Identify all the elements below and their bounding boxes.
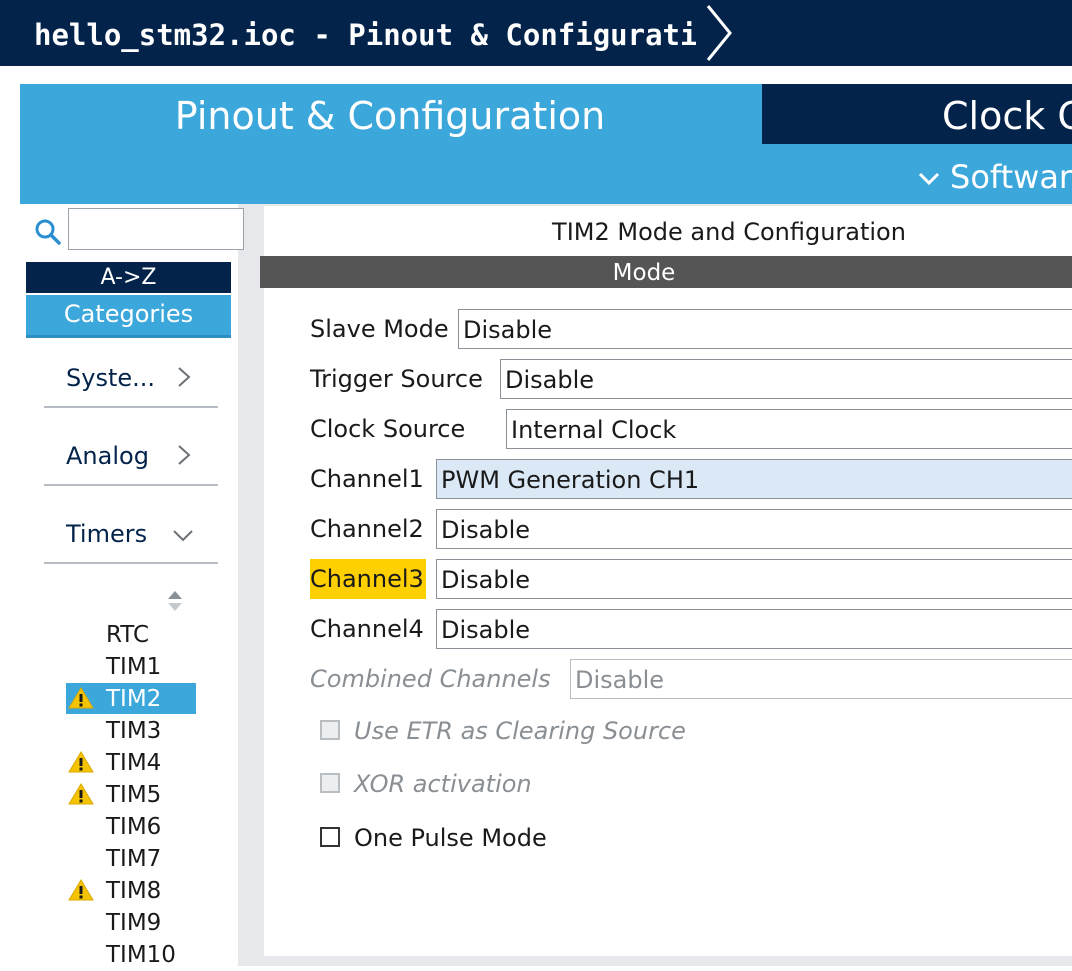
warning-icon: [68, 687, 94, 709]
category-analog[interactable]: Analog: [44, 436, 218, 486]
clock-source-select[interactable]: Internal Clock: [506, 409, 1072, 449]
category-label: Syste...: [66, 364, 156, 392]
timer-label: TIM5: [106, 782, 162, 808]
title-bar-fill: [742, 0, 1072, 66]
chevron-right-icon: [178, 367, 191, 387]
panel-title: TIM2 Mode and Configuration: [552, 218, 906, 246]
warning-icon: [68, 751, 94, 773]
title-bar: hello_stm32.ioc - Pinout & Configuration: [0, 0, 1072, 66]
timer-item-tim8[interactable]: TIM8: [66, 875, 196, 906]
channel4-label: Channel4: [310, 615, 424, 643]
search-input[interactable]: [68, 208, 244, 250]
tab-pinout-configuration[interactable]: Pinout & Configuration: [20, 84, 760, 144]
channel1-label: Channel1: [310, 465, 424, 493]
sidebar-splitter[interactable]: [238, 204, 260, 966]
timer-item-tim5[interactable]: TIM5: [66, 779, 196, 810]
clock-source-label: Clock Source: [310, 415, 466, 443]
tab-clock-configuration[interactable]: Clock C: [762, 84, 1072, 144]
warning-icon: [68, 783, 94, 805]
timer-item-tim7[interactable]: TIM7: [66, 843, 196, 874]
window-title: hello_stm32.ioc - Pinout & Configuration: [0, 0, 732, 66]
timer-item-tim4[interactable]: TIM4: [66, 747, 196, 778]
combined-channels-label: Combined Channels: [310, 665, 551, 693]
sort-arrows-icon[interactable]: [166, 590, 184, 612]
mode-section-header[interactable]: Mode: [260, 256, 1072, 288]
chevron-down-icon: [918, 172, 940, 186]
timer-label: TIM7: [106, 846, 162, 872]
slave-mode-select[interactable]: Disable: [458, 309, 1072, 349]
timer-label: TIM9: [106, 910, 162, 936]
xor-activation-checkbox: XOR activation: [320, 768, 532, 800]
timer-item-tim6[interactable]: TIM6: [66, 811, 196, 842]
channel3-label: Channel3: [310, 559, 426, 599]
timer-item-tim1[interactable]: TIM1: [66, 651, 196, 682]
combined-channels-select: Disable: [570, 659, 1072, 699]
timer-label: TIM3: [106, 718, 162, 744]
use-etr-clearing-checkbox: Use ETR as Clearing Source: [320, 715, 686, 747]
category-label: Analog: [66, 442, 149, 470]
timer-label: TIM8: [106, 878, 162, 904]
timer-label: TIM10: [106, 942, 176, 968]
timer-label: TIM1: [106, 654, 162, 680]
timer-item-tim3[interactable]: TIM3: [66, 715, 196, 746]
chevron-right-icon: [178, 445, 191, 465]
checkbox-label: Use ETR as Clearing Source: [354, 717, 686, 745]
chevron-down-icon: [173, 530, 193, 542]
channel4-select[interactable]: Disable: [436, 609, 1072, 649]
channel1-select[interactable]: PWM Generation CH1: [436, 459, 1072, 499]
category-system-core[interactable]: Syste...: [44, 358, 218, 408]
warning-icon: [68, 879, 94, 901]
timer-label: TIM4: [106, 750, 162, 776]
channel3-select[interactable]: Disable: [436, 559, 1072, 599]
categories-button[interactable]: Categories: [26, 295, 231, 338]
breadcrumb-arrow-icon: [696, 0, 742, 66]
timer-item-tim10[interactable]: TIM10: [66, 939, 196, 970]
timer-item-tim9[interactable]: TIM9: [66, 907, 196, 938]
sort-az-button[interactable]: A->Z: [26, 262, 231, 293]
category-timers[interactable]: Timers: [44, 514, 218, 564]
trigger-source-label: Trigger Source: [310, 365, 483, 393]
software-packs-menu[interactable]: Softwar: [918, 150, 1072, 204]
timer-item-rtc[interactable]: RTC: [66, 619, 196, 650]
channel2-label: Channel2: [310, 515, 424, 543]
checkbox-label: One Pulse Mode: [354, 824, 547, 852]
checkbox-box[interactable]: [320, 827, 340, 847]
timer-label: RTC: [106, 622, 150, 648]
channel2-select[interactable]: Disable: [436, 509, 1072, 549]
trigger-source-select[interactable]: Disable: [500, 359, 1072, 399]
category-label: Timers: [66, 520, 148, 548]
timer-label: TIM2: [106, 686, 162, 712]
timer-item-tim2[interactable]: TIM2: [66, 683, 196, 714]
software-packs-label: Softwar: [950, 158, 1072, 196]
one-pulse-mode-checkbox[interactable]: One Pulse Mode: [320, 822, 547, 854]
checkbox-box: [320, 720, 340, 740]
checkbox-box: [320, 773, 340, 793]
search-icon[interactable]: [34, 218, 62, 246]
timer-label: TIM6: [106, 814, 162, 840]
slave-mode-label: Slave Mode: [310, 315, 449, 343]
checkbox-label: XOR activation: [354, 770, 532, 798]
